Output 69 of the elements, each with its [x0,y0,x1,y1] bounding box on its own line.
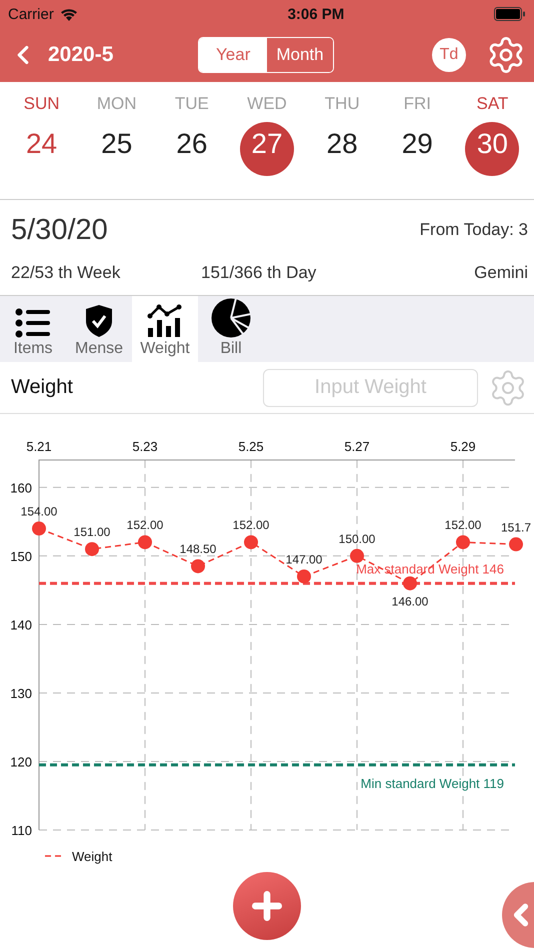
zodiac-label: Gemini [474,263,528,283]
data-point [297,569,311,584]
day-button[interactable]: 24 [14,122,69,176]
time-label: 3:06 PM [288,6,344,22]
day-button[interactable]: 25 [90,122,144,176]
axis-label: 5.25 [238,439,264,454]
date-label: 5/30/20 [11,214,108,246]
day-button[interactable]: 29 [390,122,444,176]
axis-label: 110 [11,823,32,838]
reference-label: Max standard Weight 146 [356,561,504,576]
axis-label: 150 [10,548,32,564]
data-point [32,522,46,536]
wifi-icon [60,8,78,20]
value-label: 146.00 [392,594,428,608]
weekday-label: SUN [24,94,60,114]
data-point [244,535,258,550]
tab[interactable]: Weight [132,296,198,362]
legend-label: Weight [72,849,112,864]
day-button[interactable]: 28 [315,122,370,176]
list-icon [15,308,51,338]
value-label: 148.50 [180,542,216,556]
value-label: 152.00 [444,518,482,532]
tab[interactable]: Bill [198,296,264,362]
weekday-label: SAT [476,94,508,114]
legend-line-icon [45,855,62,857]
tab[interactable]: Mense [66,296,132,362]
weekday-label: TUE [174,94,209,114]
weekday-label: THU [324,94,360,114]
data-point [456,535,470,550]
value-label: 152.00 [232,518,270,532]
axis-label: 140 [10,617,32,632]
weekday-label: WED [247,94,287,114]
section-title: Weight [11,376,73,399]
day-button[interactable]: 30 [465,122,520,176]
battery-icon [494,7,526,21]
month-title: 2020-5 [48,43,114,67]
today-button[interactable]: Td [432,38,466,72]
axis-label: 5.23 [132,439,158,454]
value-label: 154.00 [20,504,58,519]
axis-label: 130 [10,686,32,701]
chart-icon [147,304,183,338]
week-number-label: 22/53 th Week [11,263,122,283]
weekday-label: MON [96,94,137,114]
reference-label: Min standard Weight 119 [360,776,504,791]
data-point [191,559,205,574]
axis-label: 5.21 [26,439,52,454]
value-label: 150.00 [338,532,376,546]
data-point [85,542,99,556]
day-button[interactable]: 26 [164,122,219,176]
day-number-label: 151/366 th Day [201,263,316,283]
value-label: 152.00 [126,518,164,532]
tab[interactable]: Items [0,296,66,362]
view-toggle[interactable]: Year [199,38,268,72]
data-point [138,535,152,550]
shield-check-icon [85,304,113,338]
value-label: 151.00 [74,525,110,540]
value-label: 151.7 [500,520,532,534]
data-point [350,548,364,563]
carrier-label: Carrier [8,6,54,22]
value-label: 147.00 [286,552,322,566]
data-point [509,537,523,552]
day-button[interactable]: 27 [240,122,294,176]
axis-label: 5.29 [450,439,476,454]
axis-label: 120 [10,754,32,770]
axis-label: 5.27 [344,439,370,454]
axis-label: 160 [10,480,32,496]
weekday-label: FRI [404,94,431,114]
data-point [403,576,417,590]
from-today-label: From Today: 3 [420,220,528,240]
